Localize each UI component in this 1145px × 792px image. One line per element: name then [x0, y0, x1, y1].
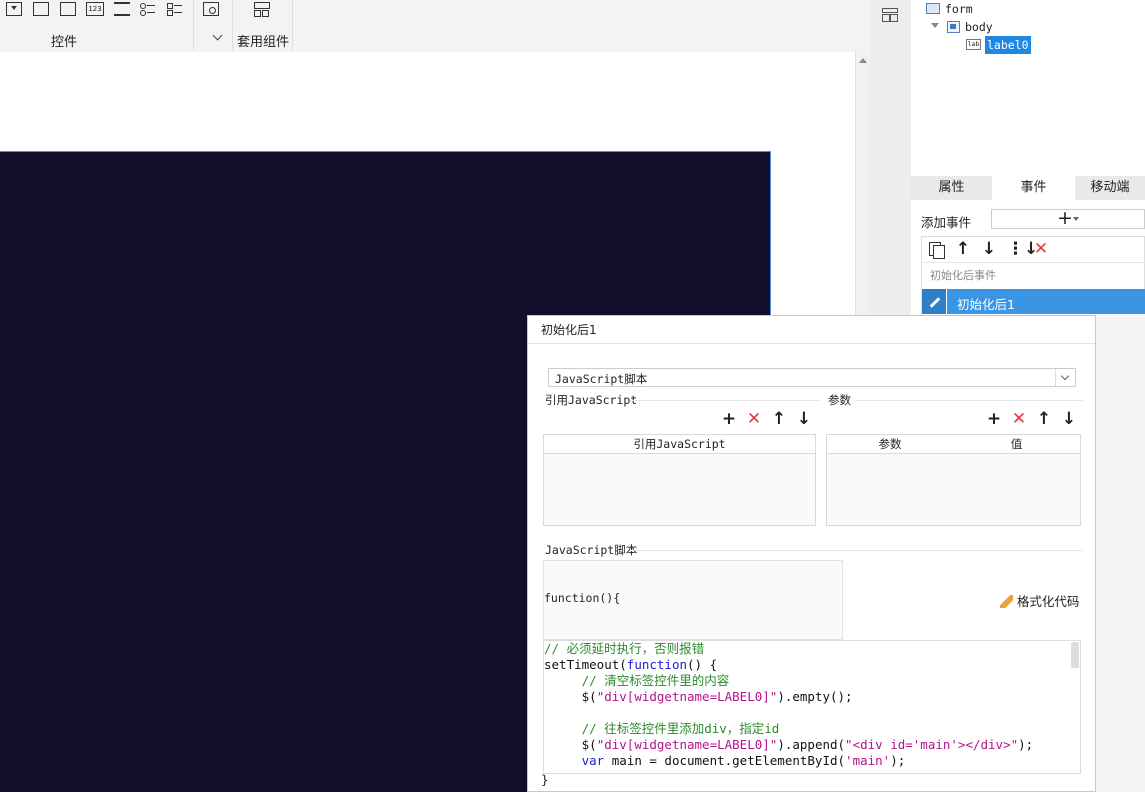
delete-event-icon[interactable]: ✕	[1033, 241, 1049, 258]
param-column-header: 参数	[827, 435, 954, 454]
tab-properties[interactable]: 属性	[911, 176, 992, 200]
code-scrollbar-thumb[interactable]	[1071, 642, 1079, 668]
add-event-dropdown[interactable]: +	[991, 207, 1145, 229]
event-list: ↑ ↓ ⋮↓ ✕ 初始化后事件 初始化后1	[921, 236, 1145, 314]
body-icon	[947, 21, 960, 33]
move-bottom-icon[interactable]: ⋮↓	[1007, 241, 1038, 258]
form-icon	[926, 3, 940, 14]
code-line: setTimeout(function() {	[544, 657, 718, 672]
tree-item-form[interactable]: form	[945, 0, 973, 18]
checkbox-group-widget-icon[interactable]	[167, 2, 183, 16]
tree-item-label0[interactable]: label0	[985, 36, 1031, 54]
event-group-label: 初始化后事件	[930, 269, 996, 282]
search-widget-icon[interactable]	[203, 2, 219, 16]
format-code-button[interactable]: 格式化代码	[1000, 591, 1079, 610]
tab-mobile[interactable]: 移动端	[1075, 176, 1145, 200]
radio-group-widget-icon[interactable]	[140, 2, 156, 16]
scroll-up-icon[interactable]	[859, 58, 867, 63]
chevron-down-icon[interactable]	[212, 30, 223, 41]
format-code-label: 格式化代码	[1016, 594, 1080, 609]
ref-js-section-label: 引用JavaScript	[545, 393, 638, 407]
add-event-plus: +	[1057, 207, 1073, 229]
code-line: $("div[widgetname=LABEL0]").empty();	[544, 689, 853, 704]
table-widget-icon[interactable]	[60, 2, 76, 16]
broom-icon	[1000, 595, 1013, 608]
params-table[interactable]: 参数 值	[826, 434, 1081, 526]
layout-toggle-icon[interactable]	[882, 8, 898, 22]
closing-brace: }	[541, 772, 549, 787]
controls-group-label: 控件	[51, 35, 78, 50]
panel-widget-icon[interactable]	[33, 2, 49, 16]
components-group-label: 套用组件	[237, 35, 290, 50]
code-line: var main = document.getElementById('main…	[544, 753, 906, 768]
layout-component-icon[interactable]	[254, 2, 270, 17]
panel-tabs: 属性 事件 移动端	[911, 176, 1145, 200]
function-header-box: function(){	[543, 560, 843, 640]
code-line: // 清空标签控件里的内容	[544, 673, 730, 688]
label-widget-icon: lab	[966, 39, 981, 50]
param-down-icon[interactable]: ↓	[1061, 411, 1077, 428]
ref-js-down-icon[interactable]: ↓	[796, 411, 812, 428]
move-up-icon[interactable]: ↑	[955, 241, 971, 258]
move-down-icon[interactable]: ↓	[981, 241, 997, 258]
add-event-label: 添加事件	[921, 215, 972, 230]
ref-js-column-header: 引用JavaScript	[544, 435, 815, 454]
number-widget-icon[interactable]: 123	[86, 2, 104, 16]
add-param-icon[interactable]: +	[986, 411, 1002, 428]
code-editor[interactable]: // 必须延时执行，否则报错 setTimeout(function() { /…	[543, 640, 1081, 774]
code-line: $("div[widgetname=LABEL0]").append("<div…	[544, 737, 1034, 752]
param-up-icon[interactable]: ↑	[1036, 411, 1052, 428]
text-align-widget-icon[interactable]	[114, 2, 130, 16]
event-editor-dialog: 初始化后1 JavaScript脚本 引用JavaScript 参数 + ✕ ↑…	[527, 315, 1096, 792]
designer-toolbar: 123 控件 套用组件	[0, 0, 870, 52]
ref-js-table[interactable]: 引用JavaScript	[543, 434, 816, 526]
function-header: function(){	[544, 591, 621, 605]
script-type-value: JavaScript脚本	[555, 372, 648, 386]
delete-ref-js-icon[interactable]: ✕	[746, 411, 762, 428]
dialog-title: 初始化后1	[541, 323, 597, 337]
ref-js-up-icon[interactable]: ↑	[771, 411, 787, 428]
script-section-label: JavaScript脚本	[545, 543, 638, 557]
expand-arrow-icon[interactable]	[931, 23, 939, 28]
event-item-label: 初始化后1	[957, 297, 1015, 312]
select-chevron-icon[interactable]	[1055, 369, 1075, 386]
delete-param-icon[interactable]: ✕	[1011, 411, 1027, 428]
tree-item-body[interactable]: body	[965, 18, 993, 36]
params-section-label: 参数	[828, 393, 851, 407]
script-type-select[interactable]: JavaScript脚本	[548, 368, 1076, 387]
code-line: // 往标签控件里添加div，指定id	[544, 721, 780, 736]
code-line: // 必须延时执行，否则报错	[544, 641, 705, 656]
event-item-selected[interactable]: 初始化后1	[922, 289, 1145, 314]
value-column-header: 值	[953, 435, 1080, 454]
widget-tree: form body lab label0	[911, 0, 1145, 176]
edit-pencil-icon[interactable]	[922, 289, 947, 314]
add-ref-js-icon[interactable]: +	[721, 411, 737, 428]
tab-events[interactable]: 事件	[992, 176, 1075, 200]
dropdown-arrow-icon	[1073, 217, 1079, 221]
combobox-widget-icon[interactable]	[6, 2, 22, 16]
